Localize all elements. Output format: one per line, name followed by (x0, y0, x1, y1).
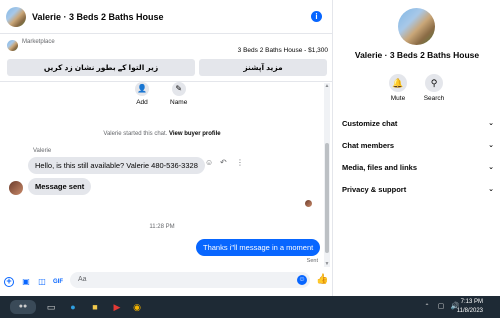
file-explorer-icon[interactable]: ■ (88, 300, 102, 314)
scroll-up-icon[interactable]: ▲ (324, 83, 330, 89)
network-icon[interactable]: ▢ (434, 300, 448, 314)
search-icon: ⚲ (425, 74, 443, 92)
chrome-icon[interactable]: ◉ (130, 300, 144, 314)
scrollbar[interactable]: ▲ ▼ (324, 83, 330, 267)
chevron-down-icon: ⌄ (488, 120, 494, 127)
reply-icon[interactable]: ↶ (220, 158, 227, 167)
search-action[interactable]: ⚲ Search (419, 74, 449, 102)
privacy-support-item[interactable]: Privacy & support ⌄ (342, 185, 494, 194)
thumbs-up-icon[interactable]: 👍 (316, 275, 328, 285)
gif-icon[interactable]: GIF (53, 277, 63, 287)
marketplace-banner: Marketplace 3 Beds 2 Baths House - $1,30… (0, 35, 333, 82)
chevron-down-icon: ⌄ (488, 142, 494, 149)
mute-label: Mute (390, 95, 406, 102)
chevron-down-icon: ⌄ (488, 186, 494, 193)
marketplace-label: Marketplace (22, 39, 55, 45)
mark-pending-button[interactable]: زیر التوا کے بطور نشان زد کریں (7, 59, 195, 76)
chat-members-label: Chat members (342, 141, 395, 150)
clock[interactable]: 7:13 PM 11/8/2023 (457, 298, 483, 316)
scroll-thumb[interactable] (325, 143, 329, 253)
message-timestamp: 11:28 PM (149, 224, 175, 230)
customize-chat-label: Customize chat (342, 119, 398, 128)
chat-window: Valerie · 3 Beds 2 Baths House i Marketp… (0, 0, 333, 296)
listing-title-price[interactable]: 3 Beds 2 Baths House - $1,300 (238, 47, 328, 54)
bell-icon: 🔔 (389, 74, 407, 92)
media-files-links-item[interactable]: Media, files and links ⌄ (342, 163, 494, 172)
outgoing-message[interactable]: Thanks i"ll message in a moment (196, 239, 321, 256)
name-action[interactable]: ✎ Name (170, 82, 187, 106)
mute-action[interactable]: 🔔 Mute (383, 74, 413, 102)
pencil-icon: ✎ (171, 82, 186, 96)
emoji-icon[interactable]: ☺ (297, 275, 307, 285)
listing-thumbnail (7, 40, 18, 51)
image-icon[interactable]: ▣ (21, 277, 31, 287)
message-input[interactable]: Aa (70, 272, 310, 288)
chat-members-item[interactable]: Chat members ⌄ (342, 141, 494, 150)
media-files-links-label: Media, files and links (342, 163, 418, 172)
listing-avatar[interactable] (6, 6, 26, 27)
more-icon[interactable]: ⋮ (236, 158, 244, 167)
chevron-down-icon: ⌄ (488, 164, 494, 171)
system-message: Valerie started this chat. View buyer pr… (0, 131, 324, 137)
plus-icon[interactable]: + (4, 277, 14, 287)
taskbar: ●● ▭ ● ■ ▶ ◉ ⌃ ▢ 🔊 7:13 PM 11/8/2023 (0, 296, 500, 318)
incoming-message[interactable]: Hello, is this still available? Valerie … (28, 157, 205, 174)
info-icon[interactable]: i (311, 11, 322, 22)
privacy-support-label: Privacy & support (342, 185, 407, 194)
sender-name: Valerie (33, 148, 52, 154)
view-buyer-profile-link[interactable]: View buyer profile (169, 131, 221, 137)
conversation-avatar[interactable] (398, 8, 435, 45)
name-label: Name (170, 99, 188, 106)
clock-date: 11/8/2023 (456, 308, 483, 314)
clock-time: 7:13 PM (460, 299, 483, 305)
conversation-details-panel: Valerie · 3 Beds 2 Baths House 🔔 Mute ⚲ … (334, 0, 500, 296)
youtube-icon[interactable]: ▶ (110, 300, 124, 314)
sticker-icon[interactable]: ◫ (37, 277, 47, 287)
scroll-down-icon[interactable]: ▼ (324, 261, 330, 267)
customize-chat-item[interactable]: Customize chat ⌄ (342, 119, 494, 128)
chat-header: Valerie · 3 Beds 2 Baths House i (0, 0, 333, 34)
more-options-button[interactable]: مزید آپشنز (199, 59, 327, 76)
seen-avatar (305, 200, 312, 207)
task-view-icon[interactable]: ▭ (44, 300, 58, 314)
edge-icon[interactable]: ● (66, 300, 80, 314)
start-icon[interactable]: ●● (10, 300, 36, 314)
sender-avatar[interactable] (9, 181, 23, 195)
add-person-icon: 👤 (135, 82, 149, 96)
chat-title[interactable]: Valerie · 3 Beds 2 Baths House (32, 12, 164, 22)
search-label: Search (423, 95, 445, 102)
conversation-title: Valerie · 3 Beds 2 Baths House (354, 50, 480, 60)
system-message-text: Valerie started this chat. (103, 131, 168, 137)
add-label: Add (136, 99, 148, 106)
incoming-message[interactable]: Message sent (28, 178, 92, 195)
react-icon[interactable]: ☺ (205, 158, 213, 167)
tray-chevron-icon[interactable]: ⌃ (420, 300, 434, 314)
sent-status: Sent (306, 258, 318, 264)
add-action[interactable]: 👤 Add (135, 82, 149, 106)
